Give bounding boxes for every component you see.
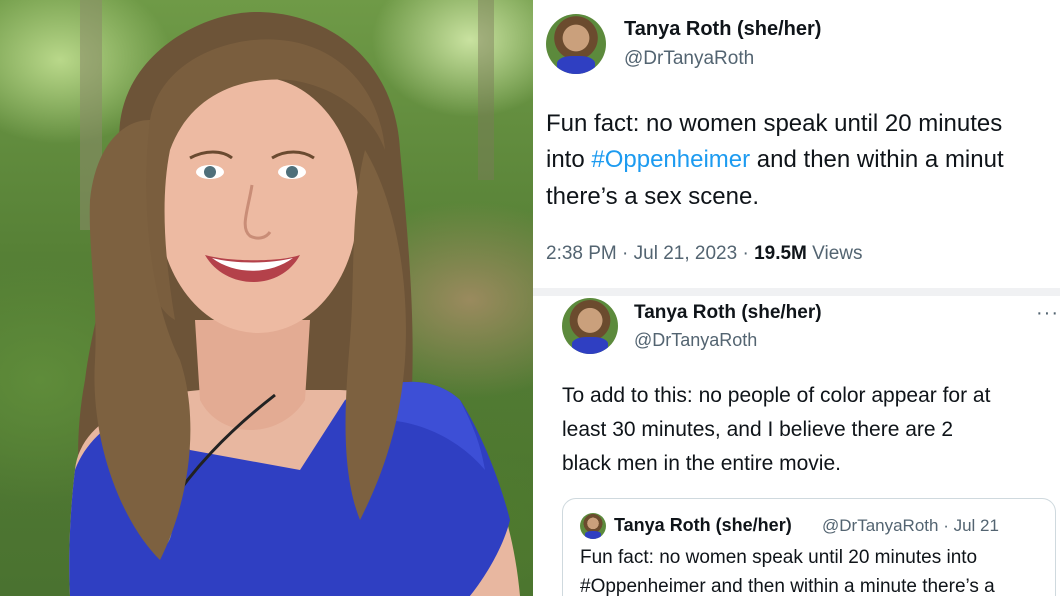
- main-tweet-text-line-3: there’s a sex scene.: [546, 183, 760, 210]
- more-options-icon[interactable]: ···: [1036, 302, 1059, 325]
- main-tweet-text-suffix: and then within a minut: [750, 146, 1004, 173]
- reply-tweet-handle[interactable]: @DrTanyaRoth: [634, 330, 757, 351]
- quoted-tweet-text-line-2: #Oppenheimer and then within a minute th…: [580, 576, 995, 596]
- quoted-tweet-text-line-1: Fun fact: no women speak until 20 minute…: [580, 547, 978, 568]
- reply-tweet-text-line-1: To add to this: no people of color appea…: [562, 384, 991, 407]
- quoted-tweet-handle-date: @DrTanyaRoth · Jul 21: [822, 516, 999, 535]
- main-tweet-text-line-1: Fun fact: no women speak until 20 minute…: [546, 110, 1003, 137]
- main-tweet-author-name[interactable]: Tanya Roth (she/her): [624, 18, 821, 41]
- reply-tweet-text-line-2: least 30 minutes, and I believe there ar…: [562, 418, 954, 441]
- portrait-photo: [0, 0, 533, 596]
- oppenheimer-hashtag-link[interactable]: #Oppenheimer: [591, 146, 750, 173]
- main-tweet-meta: 2:38 PM · Jul 21, 2023 · 19.5M Views: [546, 243, 863, 265]
- main-tweet-timestamp[interactable]: 2:38 PM · Jul 21, 2023 ·: [546, 243, 754, 264]
- main-tweet-avatar[interactable]: [546, 14, 606, 74]
- quoted-tweet-avatar: [580, 513, 606, 539]
- quoted-tweet-author-name: Tanya Roth (she/her): [614, 515, 792, 535]
- portrait-illustration: [69, 0, 521, 596]
- main-tweet-views-count: 19.5M: [754, 243, 807, 264]
- main-tweet-text-line-2: into #Oppenheimer and then within a minu…: [546, 146, 1004, 174]
- main-tweet-text-prefix: into: [546, 146, 592, 173]
- reply-tweet-author-name[interactable]: Tanya Roth (she/her): [634, 302, 822, 324]
- reply-tweet-avatar[interactable]: [562, 298, 618, 354]
- main-tweet-handle[interactable]: @DrTanyaRoth: [624, 48, 754, 70]
- main-tweet-views-label: Views: [806, 243, 863, 264]
- tweet-divider: [533, 288, 1060, 296]
- reply-tweet-text-line-3: black men in the entire movie.: [562, 452, 841, 475]
